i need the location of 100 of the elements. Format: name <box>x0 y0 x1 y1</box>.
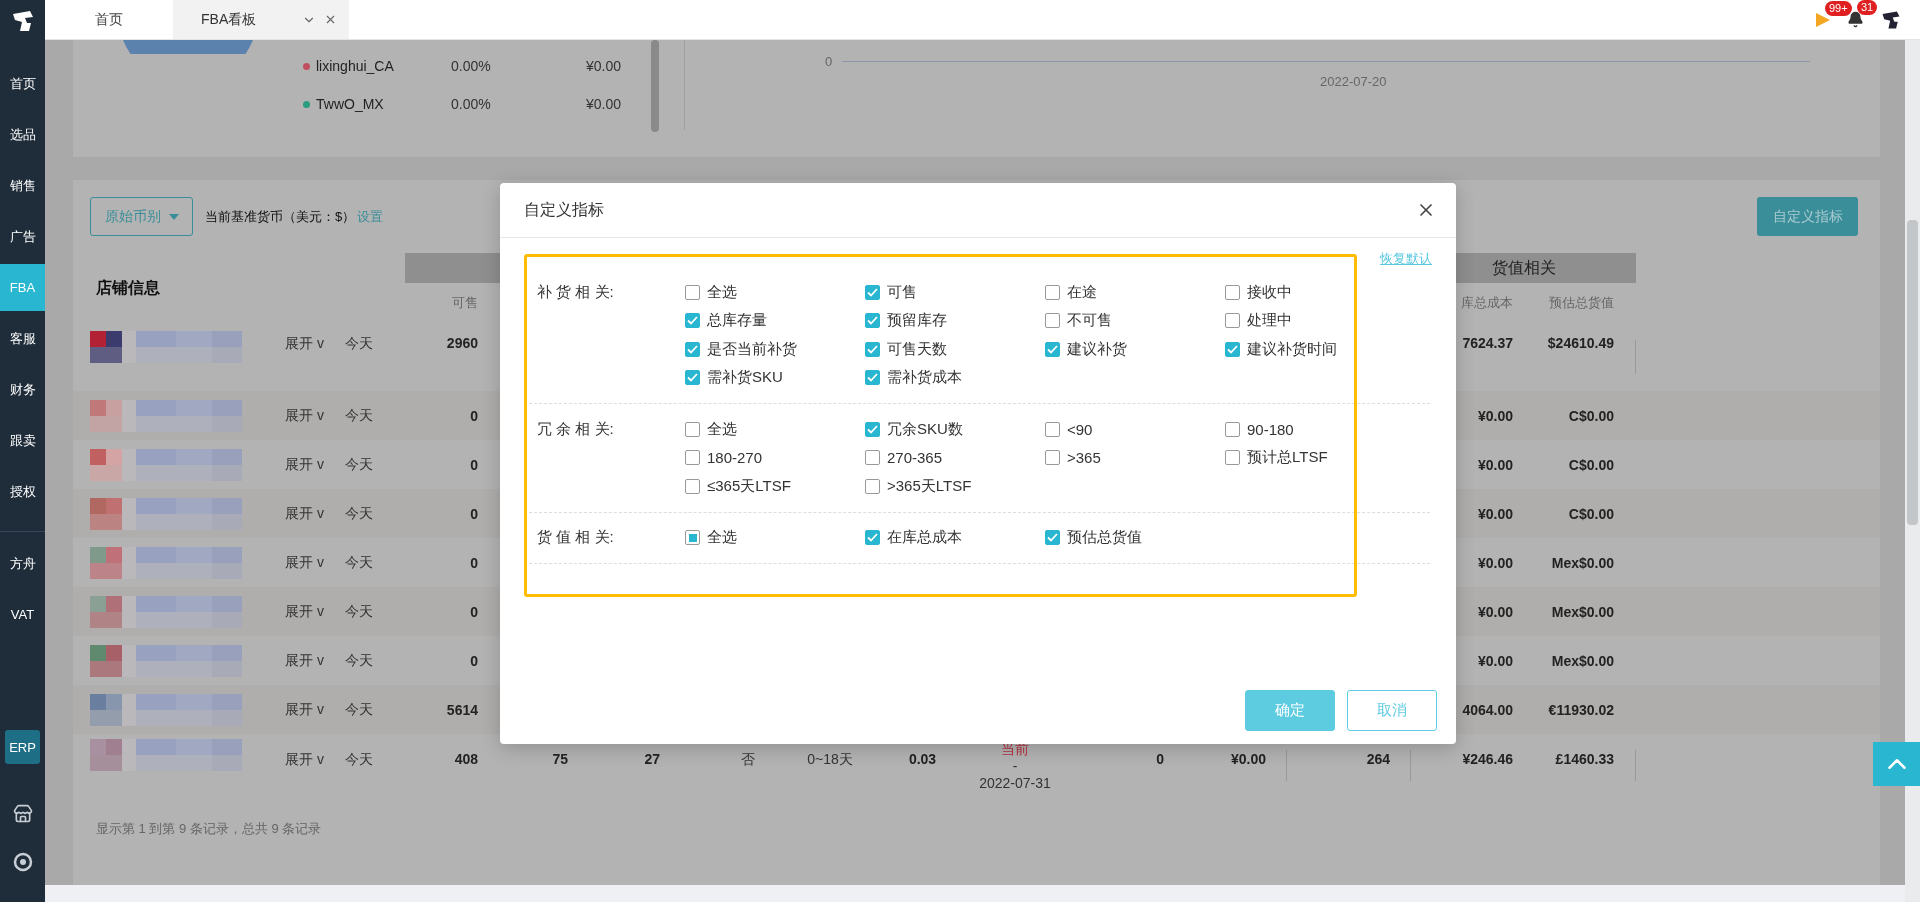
checkbox[interactable] <box>1045 313 1060 329</box>
checkbox-label[interactable]: 处理中 <box>1247 311 1292 331</box>
checkbox[interactable] <box>685 450 700 466</box>
checkbox-label[interactable]: 需补货成本 <box>887 368 962 388</box>
expand-link[interactable]: 展开 v <box>285 455 324 474</box>
checkbox[interactable] <box>865 478 880 494</box>
expand-link[interactable]: 展开 v <box>285 651 324 670</box>
checkbox-label[interactable]: 总库存量 <box>707 311 767 331</box>
back-to-top-button[interactable] <box>1873 742 1920 786</box>
checkbox[interactable] <box>1045 450 1060 466</box>
checkbox-label[interactable]: 270-365 <box>887 449 943 467</box>
sidebar-item[interactable]: 客服 <box>0 313 45 364</box>
erp-badge[interactable]: ERP <box>5 730 40 764</box>
checkbox[interactable] <box>1225 313 1240 329</box>
checkbox[interactable] <box>685 478 700 494</box>
expand-link[interactable]: 展开 v <box>285 553 324 572</box>
expand-link[interactable]: 展开 v <box>285 406 324 425</box>
checkbox[interactable] <box>685 530 700 546</box>
checkbox[interactable] <box>685 341 700 357</box>
checkbox-label[interactable]: 预估总货值 <box>1067 528 1142 548</box>
checkbox[interactable] <box>865 284 880 300</box>
checkbox-label[interactable]: 建议补货时间 <box>1247 339 1337 359</box>
checkbox-label[interactable]: 90-180 <box>1247 420 1294 438</box>
circle-icon[interactable] <box>12 852 33 872</box>
checkbox[interactable] <box>1045 530 1060 546</box>
table-cell: 408 <box>454 751 478 767</box>
checkbox[interactable] <box>685 284 700 300</box>
table-cell: Mex$0.00 <box>1551 554 1614 571</box>
legend-share: 0.00% <box>451 96 492 112</box>
checkbox[interactable] <box>1225 421 1240 437</box>
checkbox-label[interactable]: 是否当前补货 <box>707 339 797 359</box>
tab[interactable]: FBA看板 <box>173 0 350 39</box>
checkbox-label[interactable]: 不可售 <box>1067 311 1112 331</box>
expand-link[interactable]: 展开 v <box>285 504 324 523</box>
sidebar-item[interactable]: 财务 <box>0 364 45 415</box>
checkbox[interactable] <box>1045 421 1060 437</box>
checkbox-label[interactable]: 在途 <box>1067 282 1097 302</box>
checkbox-label[interactable]: 预计总LTSF <box>1247 448 1328 468</box>
checkbox-label[interactable]: 180-270 <box>707 449 763 467</box>
flag-icon[interactable] <box>1815 11 1831 28</box>
table-cell: 否 <box>740 751 755 769</box>
pagination-text: 显示第 1 到第 9 条记录，总共 9 条记录 <box>95 820 323 838</box>
checkbox-label[interactable]: 可售 <box>887 282 917 302</box>
store-icon[interactable] <box>12 804 33 824</box>
axis-label: 2022-07-20 <box>1320 74 1387 89</box>
expand-link[interactable]: 展开 v <box>285 700 324 719</box>
checkbox-label[interactable]: ≤365天LTSF <box>707 476 791 496</box>
expand-link[interactable]: 展开 v <box>285 602 324 621</box>
column-header: 预估总货值 <box>1549 294 1614 312</box>
table-cell: 0 <box>470 603 478 620</box>
checkbox[interactable] <box>1225 450 1240 466</box>
sidebar-item[interactable]: 选品 <box>0 109 45 160</box>
checkbox[interactable] <box>865 450 880 466</box>
table-cell: €11930.02 <box>1548 701 1614 718</box>
sidebar-item[interactable]: 广告 <box>0 211 45 262</box>
checkbox[interactable] <box>1045 284 1060 300</box>
sidebar-item[interactable]: 方舟 <box>0 538 45 589</box>
checkbox[interactable] <box>865 421 880 437</box>
checkbox-label[interactable]: 全选 <box>707 419 737 439</box>
checkbox-label[interactable]: 冗余SKU数 <box>887 419 963 439</box>
checkbox-label[interactable]: 在库总成本 <box>887 528 962 548</box>
bell-icon[interactable] <box>1847 11 1864 28</box>
checkbox[interactable] <box>685 421 700 437</box>
checkbox[interactable] <box>865 530 880 546</box>
checkbox[interactable] <box>1225 284 1240 300</box>
expand-link[interactable]: 展开 v <box>285 335 324 353</box>
sidebar-item[interactable]: VAT <box>0 589 45 640</box>
scrollbar-thumb[interactable] <box>1907 220 1918 525</box>
checkbox[interactable] <box>1225 341 1240 357</box>
checkbox-label[interactable]: 建议补货 <box>1067 339 1127 359</box>
sidebar-item[interactable]: 首页 <box>0 58 45 109</box>
table-cell: Mex$0.00 <box>1551 652 1614 669</box>
checkbox[interactable] <box>865 313 880 329</box>
sidebar-item[interactable]: 跟卖 <box>0 415 45 466</box>
checkbox-label[interactable]: <90 <box>1067 420 1093 438</box>
checkbox-label[interactable]: >365 <box>1067 449 1101 467</box>
section-label: 补 货 相 关: <box>537 282 615 302</box>
checkbox-label[interactable]: >365天LTSF <box>887 476 972 496</box>
table-cell: 0.03 <box>908 751 937 767</box>
table-cell: 5614 <box>446 701 478 718</box>
table-cell: 264 <box>1366 751 1390 767</box>
date-text: 2022-07-31 <box>979 775 1051 792</box>
table-cell: 今天 <box>345 553 373 572</box>
checkbox[interactable] <box>865 341 880 357</box>
table-cell: 0~18天 <box>807 751 853 769</box>
checkbox[interactable] <box>1045 341 1060 357</box>
checkbox[interactable] <box>865 370 880 386</box>
checkbox-label[interactable]: 可售天数 <box>887 339 947 359</box>
separator-text: - <box>1012 758 1018 775</box>
expand-link[interactable]: 展开 v <box>285 751 324 769</box>
checkbox-label[interactable]: 全选 <box>707 528 737 548</box>
sidebar-item[interactable]: 销售 <box>0 160 45 211</box>
checkbox-label[interactable]: 接收中 <box>1247 282 1292 302</box>
checkbox-label[interactable]: 需补货SKU <box>707 368 783 388</box>
sidebar-item[interactable]: 授权 <box>0 466 45 517</box>
checkbox-label[interactable]: 全选 <box>707 282 737 302</box>
checkbox[interactable] <box>685 370 700 386</box>
checkbox-label[interactable]: 预留库存 <box>887 311 947 331</box>
column-header: 库总成本 <box>1461 294 1513 312</box>
checkbox[interactable] <box>685 313 700 329</box>
